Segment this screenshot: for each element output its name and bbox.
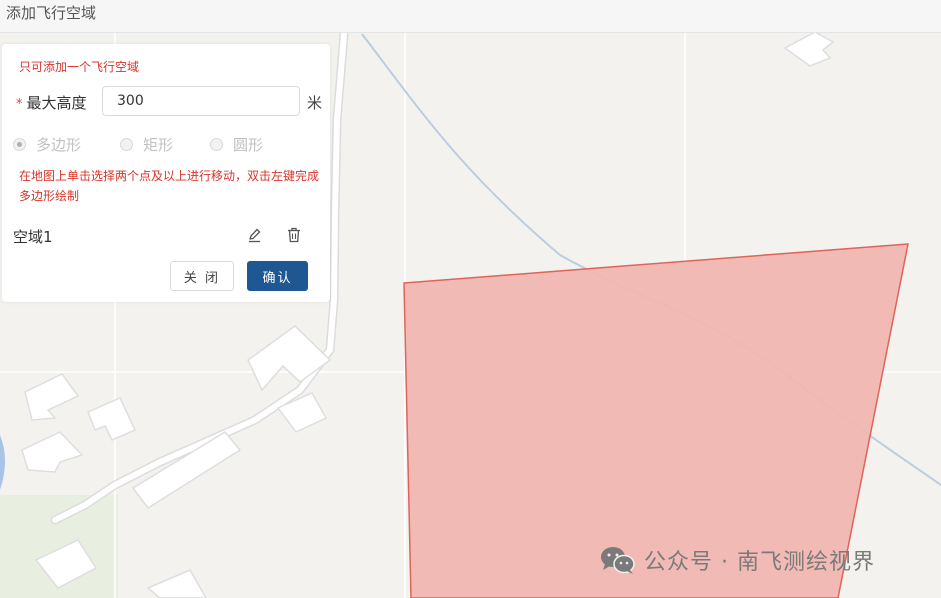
wechat-icon <box>601 547 635 574</box>
radio-circle[interactable]: 圆形 <box>210 134 263 154</box>
radio-circle-label: 圆形 <box>233 135 264 154</box>
altitude-unit: 米 <box>307 94 323 112</box>
single-airspace-notice: 只可添加一个飞行空域 <box>19 60 140 74</box>
max-altitude-input[interactable] <box>102 86 300 116</box>
watermark-text: 公众号 · 南飞测绘视界 <box>644 550 875 575</box>
airspace-name: 空域1 <box>13 228 53 246</box>
radio-dot[interactable] <box>120 137 133 151</box>
max-altitude-label: * 最大高度 <box>16 92 87 113</box>
drawing-hint: 在地图上单击选择两个点及以上进行移动，双击左键完成多边形绘制 <box>19 169 320 203</box>
close-button[interactable]: 关 闭 <box>170 261 234 291</box>
title-bar: 添加飞行空域 <box>0 0 941 33</box>
airspace-panel: 只可添加一个飞行空域 *最大高度 米 多边形 矩形 圆形 在地图上单击选择两个点… <box>2 44 330 302</box>
radio-dot[interactable] <box>13 137 26 151</box>
watermark: 公众号 · 南飞测绘视界 <box>600 541 875 579</box>
window-title: 添加飞行空域 <box>6 4 97 22</box>
delete-icon[interactable] <box>285 226 303 244</box>
edit-icon[interactable] <box>246 226 264 244</box>
required-mark: * <box>16 97 23 112</box>
max-altitude-text: 最大高度 <box>26 94 87 112</box>
radio-rectangle[interactable]: 矩形 <box>120 134 173 154</box>
radio-polygon[interactable]: 多边形 <box>13 134 81 154</box>
radio-dot[interactable] <box>210 137 223 151</box>
radio-rectangle-label: 矩形 <box>143 135 174 154</box>
confirm-button[interactable]: 确认 <box>247 261 308 291</box>
radio-polygon-label: 多边形 <box>36 135 82 154</box>
